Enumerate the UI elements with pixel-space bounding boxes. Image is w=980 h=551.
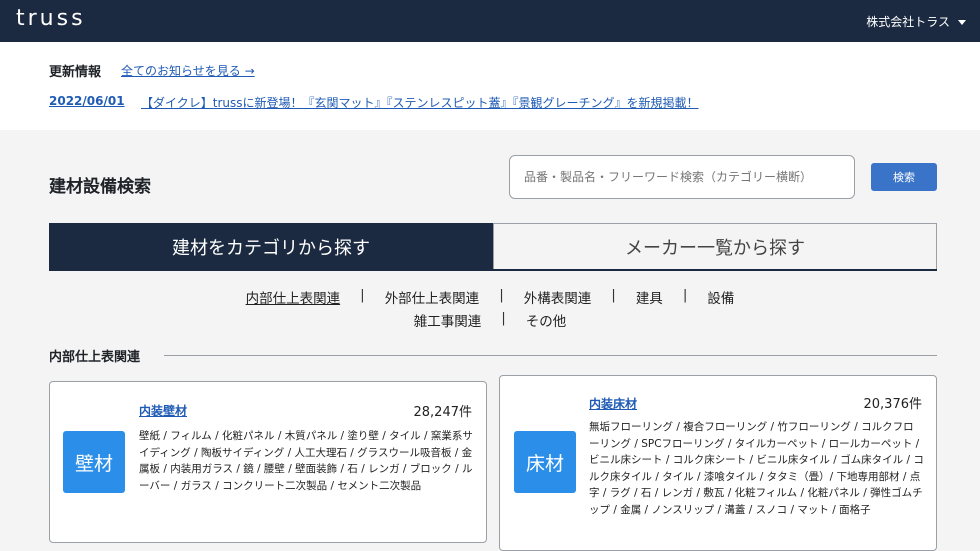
category-link-fittings[interactable]: 建具 bbox=[636, 287, 663, 307]
category-card-title[interactable]: 内装床材 bbox=[589, 395, 637, 412]
category-description: 壁紙 / フィルム / 化粧パネル / 木質パネル / 塗り壁 / タイル / … bbox=[139, 430, 473, 492]
all-news-link[interactable]: 全てのお知らせを見る → bbox=[121, 62, 255, 79]
section-divider bbox=[164, 355, 937, 356]
category-card-title[interactable]: 内装壁材 bbox=[139, 402, 187, 419]
section-title: 内部仕上表関連 bbox=[49, 350, 141, 365]
tab-divider bbox=[49, 269, 937, 271]
news-title: 更新情報 bbox=[49, 65, 102, 80]
category-link-interior[interactable]: 内部仕上表関連 bbox=[246, 287, 341, 307]
tab-maker[interactable]: メーカー一覧から探す bbox=[493, 223, 937, 270]
news-item-link[interactable]: 【ダイクレ】trussに新登場！『玄関マット』『ステンレスピット蓋』『景観グレー… bbox=[141, 94, 699, 111]
logo[interactable]: truss bbox=[16, 6, 86, 31]
search-input[interactable] bbox=[509, 155, 855, 199]
news-panel: 更新情報 全てのお知らせを見る → 2022/06/01 【ダイクレ】truss… bbox=[0, 42, 980, 130]
category-nav-row-2: 雑工事関連 | その他 bbox=[0, 310, 980, 330]
category-count: 20,376件 bbox=[863, 397, 923, 412]
category-link-exterior[interactable]: 外部仕上表関連 bbox=[385, 287, 480, 307]
category-link-other[interactable]: その他 bbox=[526, 310, 567, 330]
news-date[interactable]: 2022/06/01 bbox=[49, 94, 125, 108]
category-count: 28,247件 bbox=[413, 405, 473, 420]
category-link-landscape[interactable]: 外構表関連 bbox=[524, 287, 592, 307]
category-link-equipment[interactable]: 設備 bbox=[707, 287, 734, 307]
company-menu[interactable]: 株式会社トラス bbox=[866, 13, 966, 30]
category-nav-row-1: 内部仕上表関連 | 外部仕上表関連 | 外構表関連 | 建具 | 設備 bbox=[0, 287, 980, 307]
tab-category[interactable]: 建材をカテゴリから探す bbox=[49, 223, 493, 270]
separator: | bbox=[501, 310, 506, 326]
category-badge: 壁材 bbox=[63, 431, 125, 493]
category-card-floor[interactable]: 床材 内装床材 20,376件 無垢フローリング / 複合フローリング / 竹フ… bbox=[499, 375, 937, 551]
top-bar: truss 株式会社トラス bbox=[0, 0, 980, 42]
separator: | bbox=[499, 287, 504, 303]
search-heading: 建材設備検索 bbox=[49, 177, 151, 197]
company-name: 株式会社トラス bbox=[866, 15, 950, 29]
category-description: 無垢フローリング / 複合フローリング / 竹フローリング / コルクフローリン… bbox=[589, 421, 924, 516]
search-button[interactable]: 検索 bbox=[871, 163, 937, 191]
separator: | bbox=[360, 287, 365, 303]
separator: | bbox=[682, 287, 688, 303]
category-card-wall[interactable]: 壁材 内装壁材 28,247件 壁紙 / フィルム / 化粧パネル / 木質パネ… bbox=[49, 381, 487, 543]
category-link-misc-work[interactable]: 雑工事関連 bbox=[414, 310, 482, 330]
separator: | bbox=[611, 287, 616, 303]
category-badge: 床材 bbox=[514, 431, 576, 493]
chevron-down-icon bbox=[958, 20, 966, 25]
